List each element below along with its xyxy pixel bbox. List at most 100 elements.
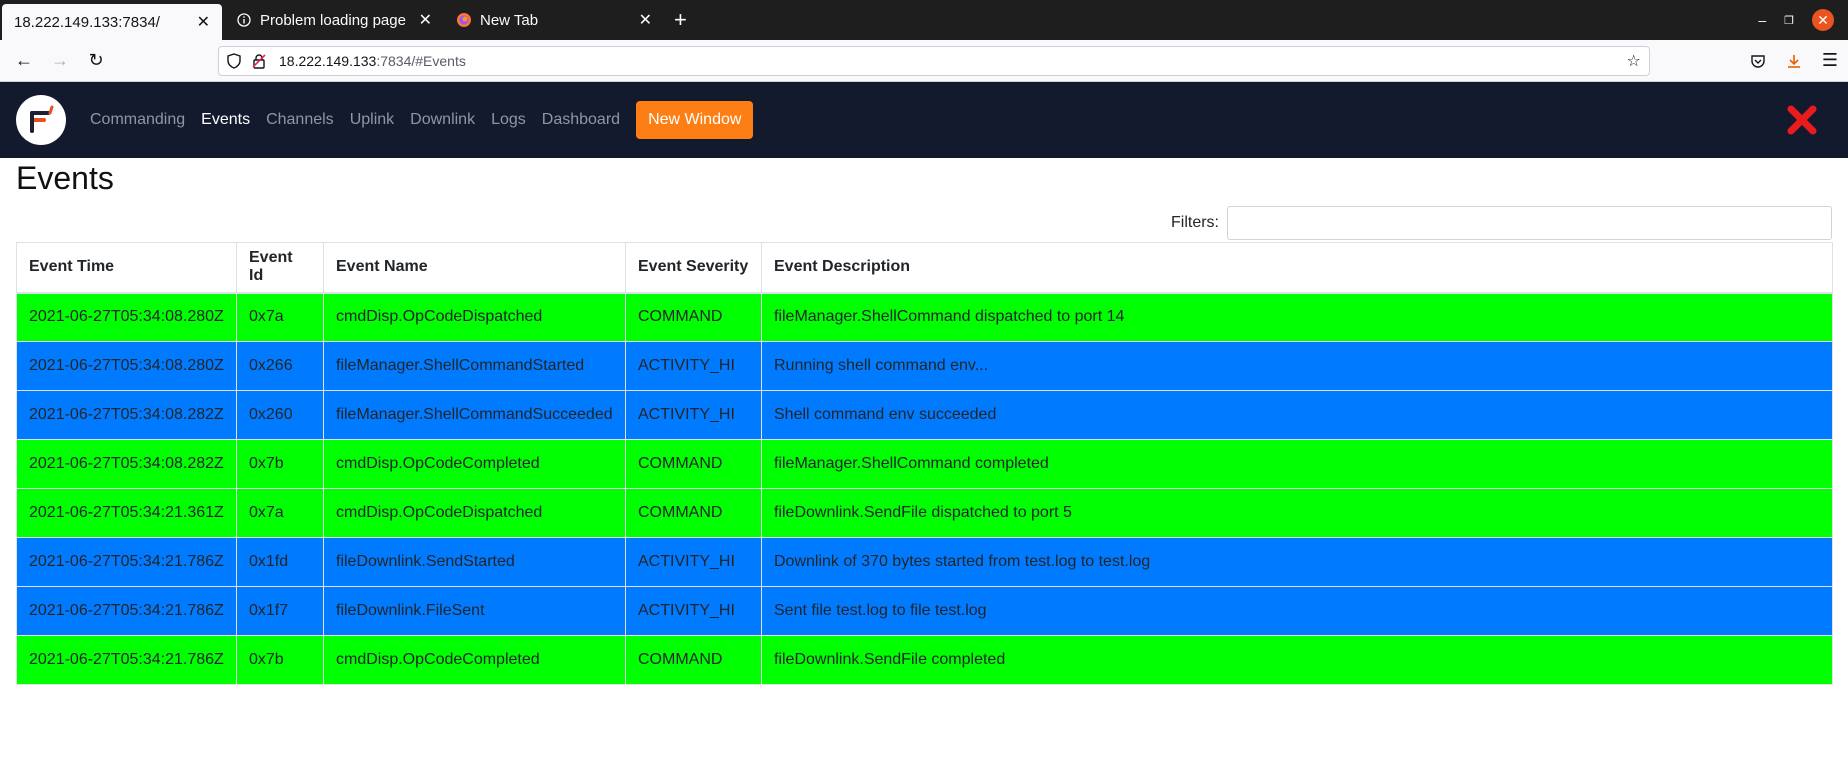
pocket-icon[interactable] (1750, 53, 1766, 69)
event-description-cell: Shell command env succeeded (761, 390, 1833, 440)
event-name-cell: fileDownlink.SendStarted (323, 537, 626, 587)
events-page: Events Filters: Event Time Event Id Even… (0, 160, 1848, 685)
event-description-cell: fileManager.ShellCommand dispatched to p… (761, 292, 1833, 342)
event-time-cell: 2021-06-27T05:34:21.786Z (16, 537, 237, 587)
reload-button[interactable]: ↻ (82, 47, 110, 75)
menu-icon[interactable]: ☰ (1822, 50, 1838, 71)
close-icon[interactable]: ✕ (419, 10, 432, 30)
new-window-button[interactable]: New Window (636, 101, 754, 139)
event-id-cell: 0x7a (236, 292, 324, 342)
event-name-cell: fileDownlink.FileSent (323, 586, 626, 636)
event-name-cell: cmdDisp.OpCodeCompleted (323, 439, 626, 489)
table-row[interactable]: 2021-06-27T05:34:08.280Z 0x7a cmdDisp.OpCo… (16, 292, 1833, 342)
nav-link-logs[interactable]: Logs (491, 111, 526, 129)
event-time-cell: 2021-06-27T05:34:21.786Z (16, 586, 237, 636)
event-severity-cell: COMMAND (625, 488, 762, 538)
table-row[interactable]: 2021-06-27T05:34:08.282Z 0x7b cmdDisp.OpCo… (16, 439, 1833, 489)
page-title: Events (16, 160, 114, 196)
close-icon[interactable]: ✕ (197, 12, 210, 32)
event-id-cell: 0x1f7 (236, 586, 324, 636)
forward-button[interactable]: → (46, 47, 74, 75)
event-severity-cell: ACTIVITY_HI (625, 537, 762, 587)
events-table-body: 2021-06-27T05:34:08.280Z 0x7a cmdDisp.OpCo… (16, 292, 1833, 685)
event-description-cell: Sent file test.log to file test.log (761, 586, 1833, 636)
event-description-cell: fileDownlink.SendFile dispatched to port… (761, 488, 1833, 538)
column-header-event-name[interactable]: Event Name (323, 242, 626, 294)
close-icon[interactable]: ✕ (639, 10, 652, 30)
fprime-logo (16, 95, 66, 145)
table-row[interactable]: 2021-06-27T05:34:21.361Z 0x7a cmdDisp.OpCo… (16, 488, 1833, 538)
event-description-cell: fileManager.ShellCommand completed (761, 439, 1833, 489)
event-time-cell: 2021-06-27T05:34:08.282Z (16, 439, 237, 489)
url-host: 18.222.149.133 (279, 52, 377, 69)
event-time-cell: 2021-06-27T05:34:21.361Z (16, 488, 237, 538)
event-id-cell: 0x1fd (236, 537, 324, 587)
nav-link-commanding[interactable]: Commanding (90, 111, 185, 129)
app-header: Commanding Events Channels Uplink Downli… (0, 82, 1848, 158)
event-severity-cell: ACTIVITY_HI (625, 390, 762, 440)
event-name-cell: cmdDisp.OpCodeDispatched (323, 488, 626, 538)
filters-label: Filters: (1171, 214, 1219, 231)
column-header-event-description[interactable]: Event Description (761, 242, 1833, 294)
event-name-cell: cmdDisp.OpCodeCompleted (323, 635, 626, 685)
new-tab-button[interactable]: + (664, 0, 697, 40)
column-header-event-time[interactable]: Event Time (16, 242, 237, 294)
nav-link-events[interactable]: Events (201, 111, 250, 129)
event-name-cell: fileManager.ShellCommandSucceeded (323, 390, 626, 440)
info-icon (236, 12, 252, 28)
column-header-event-id[interactable]: Event Id (236, 242, 324, 294)
event-name-cell: fileManager.ShellCommandStarted (323, 341, 626, 391)
filters-input[interactable] (1227, 206, 1832, 240)
tab-title: New Tab (480, 11, 539, 29)
window-controls: – ❐ ✕ (1758, 0, 1848, 40)
shield-icon (227, 52, 241, 69)
browser-tab[interactable]: New Tab ✕ (444, 0, 664, 40)
app-nav: Commanding Events Channels Uplink Downli… (90, 101, 754, 139)
event-severity-cell: ACTIVITY_HI (625, 341, 762, 391)
event-description-cell: Running shell command env... (761, 341, 1833, 391)
browser-tab-active[interactable]: 18.222.149.133:7834/ ✕ (2, 4, 222, 40)
event-severity-cell: COMMAND (625, 292, 762, 342)
nav-link-channels[interactable]: Channels (266, 111, 334, 129)
minimize-icon[interactable]: – (1758, 12, 1766, 28)
event-severity-cell: COMMAND (625, 439, 762, 489)
bookmark-star-icon[interactable]: ☆ (1627, 51, 1641, 71)
nav-link-downlink[interactable]: Downlink (410, 111, 475, 129)
nav-link-dashboard[interactable]: Dashboard (542, 111, 620, 129)
event-time-cell: 2021-06-27T05:34:08.282Z (16, 390, 237, 440)
window-close-icon[interactable]: ✕ (1812, 9, 1834, 31)
browser-navbar: ← → ↻ 18.222.149.133:7834/#Events ☆ ☰ (0, 40, 1848, 82)
event-description-cell: fileDownlink.SendFile completed (761, 635, 1833, 685)
browser-tab-strip: 18.222.149.133:7834/ ✕ Problem loading p… (0, 0, 1848, 40)
event-time-cell: 2021-06-27T05:34:08.280Z (16, 292, 237, 342)
events-table: Event Time Event Id Event Name Event Sev… (16, 242, 1833, 685)
back-button[interactable]: ← (10, 47, 38, 75)
download-icon[interactable] (1786, 53, 1802, 69)
firefox-icon (456, 12, 472, 28)
table-row[interactable]: 2021-06-27T05:34:21.786Z 0x7b cmdDisp.OpCo… (16, 635, 1833, 685)
event-id-cell: 0x7b (236, 635, 324, 685)
table-row[interactable]: 2021-06-27T05:34:08.280Z 0x266 fileManager… (16, 341, 1833, 391)
table-row[interactable]: 2021-06-27T05:34:08.282Z 0x260 fileManager… (16, 390, 1833, 440)
table-header-row: Event Time Event Id Event Name Event Sev… (16, 242, 1833, 294)
table-row[interactable]: 2021-06-27T05:34:21.786Z 0x1fd fileDownlin… (16, 537, 1833, 587)
url-bar[interactable]: 18.222.149.133:7834/#Events ☆ (218, 45, 1650, 76)
event-description-cell: Downlink of 370 bytes started from test.… (761, 537, 1833, 587)
event-id-cell: 0x260 (236, 390, 324, 440)
nav-link-uplink[interactable]: Uplink (350, 111, 394, 129)
event-id-cell: 0x266 (236, 341, 324, 391)
table-row[interactable]: 2021-06-27T05:34:21.786Z 0x1f7 fileDownlin… (16, 586, 1833, 636)
event-time-cell: 2021-06-27T05:34:21.786Z (16, 635, 237, 685)
event-name-cell: cmdDisp.OpCodeDispatched (323, 292, 626, 342)
browser-tab[interactable]: Problem loading page ✕ (224, 0, 444, 40)
tab-title: Problem loading page (260, 11, 406, 29)
event-id-cell: 0x7a (236, 488, 324, 538)
restore-icon[interactable]: ❐ (1784, 14, 1794, 27)
filters-row: Filters: (16, 206, 1832, 240)
url-path: :7834/#Events (376, 52, 466, 69)
connection-status-x-icon (1787, 105, 1817, 135)
event-severity-cell: COMMAND (625, 635, 762, 685)
column-header-event-severity[interactable]: Event Severity (625, 242, 762, 294)
event-severity-cell: ACTIVITY_HI (625, 586, 762, 636)
insecure-lock-icon (252, 53, 266, 69)
